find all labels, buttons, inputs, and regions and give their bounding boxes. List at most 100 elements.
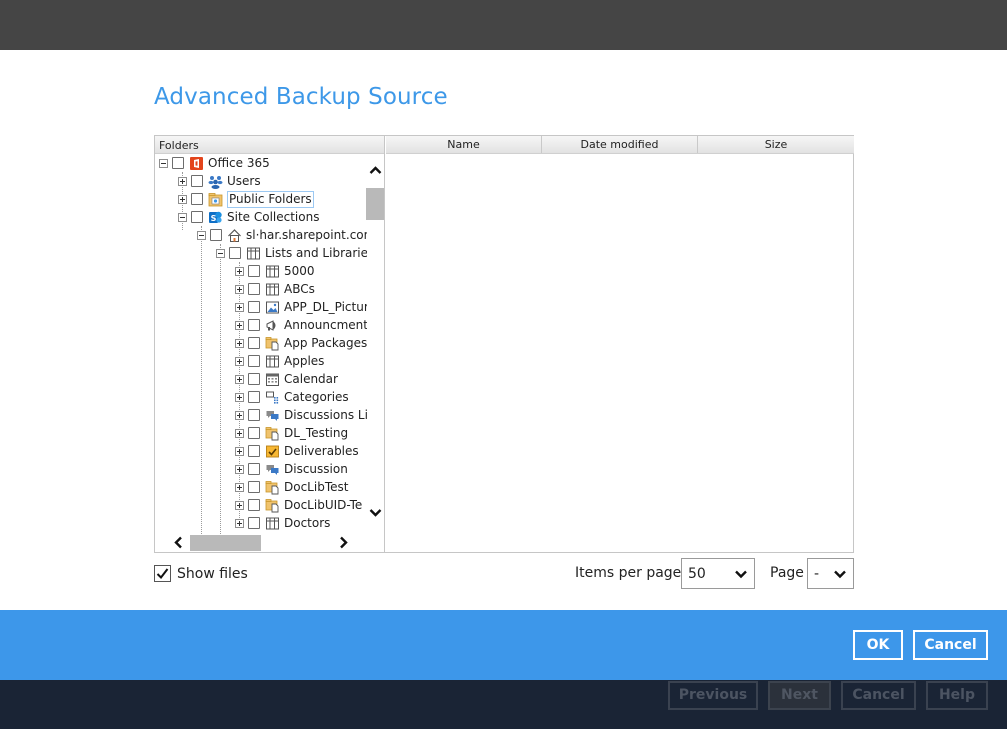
- tree-node-label: Office 365: [208, 156, 270, 170]
- tree-checkbox[interactable]: [248, 499, 260, 511]
- discussion-icon: [265, 408, 280, 423]
- tree-node-announcment[interactable]: Announcment: [235, 316, 367, 334]
- tree-node-deliverables[interactable]: Deliverables: [235, 442, 359, 460]
- tree-checkbox[interactable]: [248, 517, 260, 529]
- tree-checkbox[interactable]: [248, 319, 260, 331]
- tree-node-apples[interactable]: Apples: [235, 352, 324, 370]
- tree-checkbox[interactable]: [248, 445, 260, 457]
- users-icon: [208, 174, 223, 189]
- tree-node-discussion[interactable]: Discussion: [235, 460, 348, 478]
- list-icon: [265, 516, 280, 531]
- tree-checkbox[interactable]: [191, 175, 203, 187]
- collapse-toggle[interactable]: [159, 158, 168, 168]
- column-header-size[interactable]: Size: [698, 136, 854, 153]
- picture-library-icon: [265, 300, 280, 315]
- expand-toggle[interactable]: [235, 302, 244, 312]
- calendar-icon: [265, 372, 280, 387]
- tree-checkbox[interactable]: [191, 211, 203, 223]
- scroll-down-icon[interactable]: [369, 507, 382, 521]
- tree-vertical-scrollbar[interactable]: [366, 164, 384, 517]
- tree-checkbox[interactable]: [248, 301, 260, 313]
- wizard-cancel-button[interactable]: Cancel: [841, 681, 916, 710]
- scroll-right-icon[interactable]: [339, 536, 349, 552]
- items-per-page-value: 50: [688, 565, 706, 582]
- expand-toggle[interactable]: [235, 446, 244, 456]
- collapse-toggle[interactable]: [216, 248, 225, 258]
- tree-checkbox[interactable]: [229, 247, 241, 259]
- tree-node-label: Announcment: [284, 318, 367, 332]
- expand-toggle[interactable]: [235, 500, 244, 510]
- expand-toggle[interactable]: [235, 482, 244, 492]
- tree-node-users[interactable]: Users: [178, 172, 261, 190]
- tree-horizontal-scrollbar[interactable]: [155, 534, 384, 552]
- tree-node-abcs[interactable]: ABCs: [235, 280, 315, 298]
- deliverables-icon: [265, 444, 280, 459]
- scroll-up-icon[interactable]: [369, 164, 382, 178]
- tree-node-site[interactable]: sl·har.sharepoint.com: [197, 226, 367, 244]
- tree-checkbox[interactable]: [248, 427, 260, 439]
- next-button[interactable]: Next: [768, 681, 831, 710]
- column-header-date-modified[interactable]: Date modified: [542, 136, 698, 153]
- previous-button[interactable]: Previous: [668, 681, 758, 710]
- tree-node-label: Site Collections: [227, 210, 320, 224]
- document-library-icon: [265, 498, 280, 513]
- collapse-toggle[interactable]: [197, 230, 206, 240]
- list-icon: [246, 246, 261, 261]
- tree-node-categories[interactable]: Categories: [235, 388, 349, 406]
- tree-checkbox[interactable]: [191, 193, 203, 205]
- collapse-toggle[interactable]: [178, 212, 187, 222]
- tree-checkbox[interactable]: [248, 265, 260, 277]
- expand-toggle[interactable]: [235, 392, 244, 402]
- expand-toggle[interactable]: [235, 266, 244, 276]
- tree-node-5000[interactable]: 5000: [235, 262, 315, 280]
- scroll-left-icon[interactable]: [173, 536, 183, 552]
- tree-node-lists-libraries[interactable]: Lists and Libraries: [216, 244, 367, 262]
- tree-checkbox[interactable]: [248, 373, 260, 385]
- column-header-name[interactable]: Name: [386, 136, 542, 153]
- tree-checkbox[interactable]: [210, 229, 222, 241]
- tree-node-app-dl-pictur[interactable]: APP_DL_Pictur: [235, 298, 367, 316]
- help-button[interactable]: Help: [926, 681, 988, 710]
- tree-node-label: Public Folders: [227, 190, 314, 208]
- tree-checkbox[interactable]: [248, 337, 260, 349]
- show-files-checkbox[interactable]: [154, 565, 171, 582]
- tree-checkbox[interactable]: [248, 463, 260, 475]
- horizontal-scroll-thumb[interactable]: [190, 535, 261, 551]
- announcement-icon: [265, 318, 280, 333]
- tree-checkbox[interactable]: [172, 157, 184, 169]
- tree-checkbox[interactable]: [248, 391, 260, 403]
- tree-checkbox[interactable]: [248, 355, 260, 367]
- categories-icon: [265, 390, 280, 405]
- tree-node-doctors[interactable]: Doctors: [235, 514, 330, 532]
- tree-node-label: Deliverables: [284, 444, 359, 458]
- tree-node-calendar[interactable]: Calendar: [235, 370, 338, 388]
- tree-node-discussions-li[interactable]: Discussions Li: [235, 406, 367, 424]
- expand-toggle[interactable]: [235, 428, 244, 438]
- cancel-button[interactable]: Cancel: [913, 630, 988, 660]
- expand-toggle[interactable]: [235, 410, 244, 420]
- expand-toggle[interactable]: [178, 176, 187, 186]
- show-files-option[interactable]: Show files: [154, 565, 248, 582]
- expand-toggle[interactable]: [235, 464, 244, 474]
- expand-toggle[interactable]: [235, 338, 244, 348]
- tree-node-doclibuid-te[interactable]: DocLibUID-Te: [235, 496, 362, 514]
- tree-node-public-folders[interactable]: Public Folders: [178, 190, 314, 208]
- tree-node-office365[interactable]: Office 365: [159, 154, 270, 172]
- tree-node-doclibtest[interactable]: DocLibTest: [235, 478, 348, 496]
- tree-checkbox[interactable]: [248, 481, 260, 493]
- vertical-scroll-thumb[interactable]: [366, 188, 384, 220]
- expand-toggle[interactable]: [235, 320, 244, 330]
- expand-toggle[interactable]: [235, 284, 244, 294]
- expand-toggle[interactable]: [235, 518, 244, 528]
- ok-button[interactable]: OK: [853, 630, 903, 660]
- page-select[interactable]: -: [807, 558, 854, 589]
- expand-toggle[interactable]: [235, 356, 244, 366]
- tree-node-dl-testing[interactable]: DL_Testing: [235, 424, 348, 442]
- expand-toggle[interactable]: [178, 194, 187, 204]
- tree-node-site-collections[interactable]: S Site Collections: [178, 208, 319, 226]
- items-per-page-select[interactable]: 50: [681, 558, 755, 589]
- tree-node-app-packages[interactable]: App Packages: [235, 334, 367, 352]
- tree-checkbox[interactable]: [248, 409, 260, 421]
- tree-checkbox[interactable]: [248, 283, 260, 295]
- expand-toggle[interactable]: [235, 374, 244, 384]
